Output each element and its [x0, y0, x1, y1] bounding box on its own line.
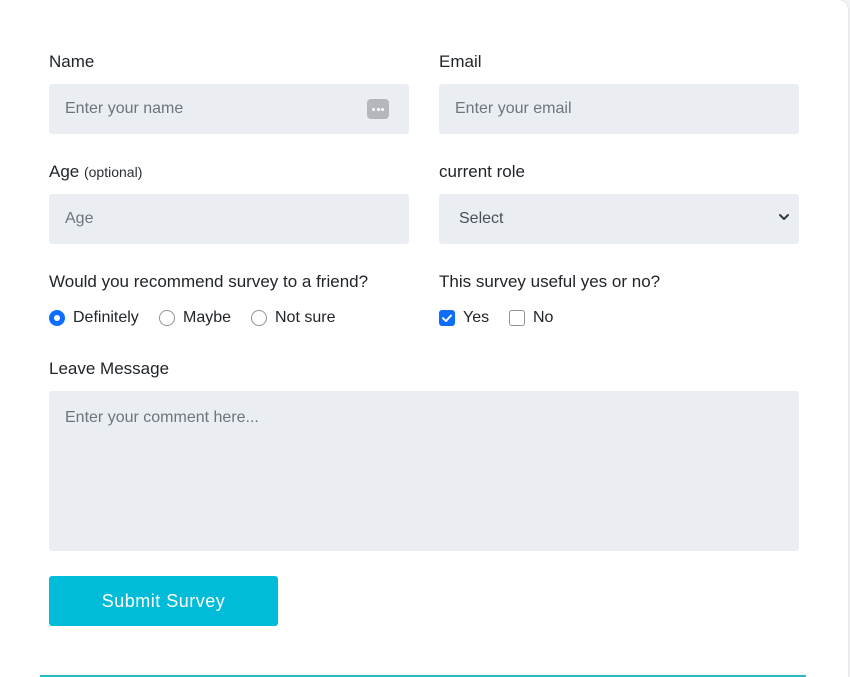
radio-label: Not sure	[275, 309, 336, 326]
role-select[interactable]: Select	[439, 194, 799, 244]
checkbox-option-yes[interactable]: Yes	[439, 309, 489, 327]
email-placeholder: Enter your email	[455, 100, 572, 117]
age-placeholder: Age	[65, 210, 94, 227]
password-manager-icon[interactable]	[367, 99, 389, 119]
radio-option-definitely[interactable]: Definitely	[49, 309, 139, 327]
age-label: Age (optional)	[49, 162, 142, 182]
age-input[interactable]: Age	[49, 194, 409, 244]
radio-unchecked-icon[interactable]	[159, 310, 175, 326]
recommend-question: Would you recommend survey to a friend?	[49, 272, 369, 291]
role-label: current role	[439, 162, 525, 181]
name-placeholder: Enter your name	[65, 100, 184, 117]
checkbox-option-no[interactable]: No	[509, 309, 553, 327]
survey-form-card: Name Enter your name Email Enter your em…	[0, 0, 848, 677]
radio-option-maybe[interactable]: Maybe	[159, 309, 231, 327]
checkbox-unchecked-icon[interactable]	[509, 310, 525, 326]
radio-option-not-sure[interactable]: Not sure	[251, 309, 335, 327]
email-label: Email	[439, 52, 482, 71]
checkbox-label: Yes	[463, 309, 490, 326]
age-optional-hint: (optional)	[83, 164, 143, 180]
name-input[interactable]: Enter your name	[49, 84, 409, 134]
submit-survey-button[interactable]: Submit Survey	[49, 576, 278, 626]
message-placeholder: Enter your comment here...	[65, 409, 259, 426]
role-selected-value: Select	[459, 210, 504, 227]
checkbox-label: No	[533, 309, 554, 326]
radio-label: Definitely	[73, 309, 139, 326]
message-textarea[interactable]: Enter your comment here...	[49, 391, 799, 551]
radio-label: Maybe	[183, 309, 232, 326]
name-label: Name	[49, 52, 95, 71]
email-input[interactable]: Enter your email	[439, 84, 799, 134]
chevron-down-icon	[779, 214, 789, 220]
message-label: Leave Message	[49, 359, 170, 378]
age-label-text: Age	[49, 162, 80, 181]
checkbox-checked-icon[interactable]	[439, 310, 455, 326]
radio-checked-icon[interactable]	[49, 310, 65, 326]
radio-unchecked-icon[interactable]	[251, 310, 267, 326]
useful-question: This survey useful yes or no?	[439, 272, 661, 291]
checkmark-icon	[442, 314, 452, 322]
